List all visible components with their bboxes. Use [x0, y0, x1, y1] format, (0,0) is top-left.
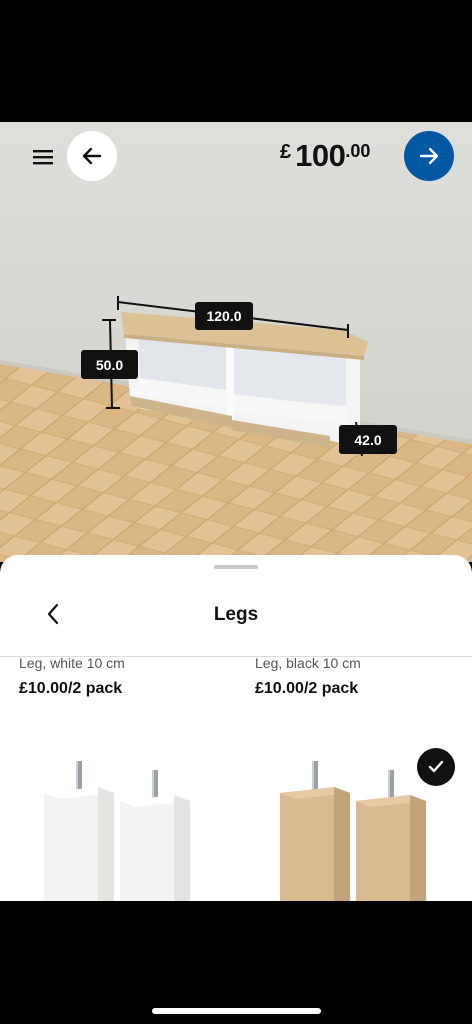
selected-badge	[417, 748, 455, 786]
price-currency: £	[280, 141, 292, 163]
white-leg-image[interactable]	[40, 755, 200, 901]
product-card-black[interactable]: Leg, black 10 cm £10.00/2 pack	[255, 655, 472, 698]
dimension-width-label: 120.0	[195, 302, 253, 330]
home-indicator[interactable]	[152, 1008, 321, 1014]
dimension-height-label: 50.0	[81, 350, 138, 379]
sheet-title: Legs	[213, 604, 259, 625]
wood-leg-image[interactable]	[276, 755, 436, 901]
product-name: Leg, white 10 cm	[19, 655, 125, 671]
sheet-grabber[interactable]	[214, 565, 258, 569]
room-scene	[0, 122, 472, 562]
back-button[interactable]	[67, 131, 117, 181]
product-price: £10.00/2 pack	[255, 680, 359, 697]
arrow-right-icon	[419, 147, 439, 165]
arrow-left-icon	[82, 147, 102, 165]
product-price: £10.00/2 pack	[19, 680, 123, 697]
price-integer: 100	[295, 138, 346, 173]
price-decimal: .00	[345, 141, 371, 161]
options-sheet: Legs Leg, white 10 cm £10.00/2 pack Leg,…	[0, 555, 472, 901]
dimension-depth-label: 42.0	[339, 425, 397, 454]
product-card-white[interactable]: Leg, white 10 cm £10.00/2 pack	[19, 655, 239, 698]
menu-button[interactable]	[26, 140, 60, 174]
product-name: Leg, black 10 cm	[255, 655, 361, 671]
ar-3d-preview[interactable]: £ 100 .00 120.0 50.0 42.0	[0, 122, 472, 562]
hamburger-icon	[33, 150, 53, 165]
checkmark-icon	[428, 760, 444, 773]
next-button[interactable]	[404, 131, 454, 181]
total-price: £ 100 .00	[280, 138, 370, 174]
